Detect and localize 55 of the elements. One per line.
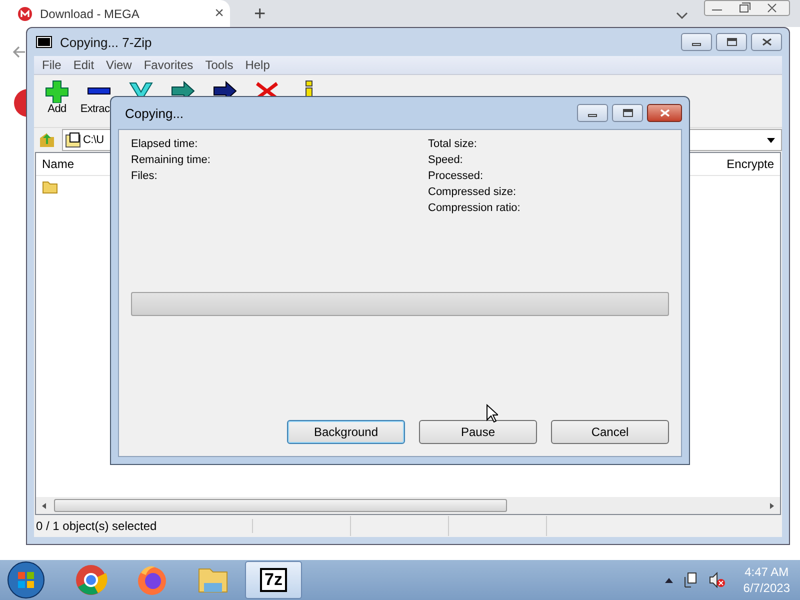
network-icon[interactable] xyxy=(683,572,700,588)
dropdown-arrow-icon[interactable] xyxy=(767,138,775,142)
show-hidden-icons-icon[interactable] xyxy=(665,578,674,582)
muted-speaker-icon[interactable] xyxy=(709,572,726,588)
tab-title: Download - MEGA xyxy=(40,6,140,20)
maximize-button[interactable] xyxy=(716,33,747,51)
horizontal-scrollbar[interactable] xyxy=(36,497,780,514)
minimize-button[interactable] xyxy=(577,104,608,122)
taskbar-button[interactable]: 7z xyxy=(245,561,302,599)
field-label: Files: xyxy=(131,170,158,182)
field-label: Compressed size: xyxy=(428,186,518,198)
field-label: Total size: xyxy=(428,138,478,150)
logo-icon xyxy=(18,6,32,20)
app-icon xyxy=(36,36,52,48)
field-label: Elapsed time: xyxy=(131,138,199,150)
menu-item[interactable]: Edit xyxy=(67,56,100,74)
start-button[interactable] xyxy=(6,560,46,600)
close-button[interactable] xyxy=(647,104,682,122)
field-label: Speed: xyxy=(428,154,464,166)
archive-icon xyxy=(65,132,81,148)
status-text: 0 / 1 object(s) selected xyxy=(34,519,253,533)
dialog-button[interactable]: Background xyxy=(287,420,405,444)
new-tab-button[interactable]: + xyxy=(254,3,266,26)
folder-icon xyxy=(42,180,58,194)
minimize-button[interactable] xyxy=(681,33,712,51)
up-folder-icon[interactable] xyxy=(38,131,56,149)
menu-item[interactable]: View xyxy=(100,56,138,74)
browser-icon xyxy=(74,563,108,597)
dialog-button[interactable]: Cancel xyxy=(551,420,669,444)
menu-item[interactable]: Tools xyxy=(199,56,240,74)
column-header[interactable]: Encrypte xyxy=(720,157,780,171)
maximize-button[interactable] xyxy=(612,104,643,122)
menu-item[interactable]: Help xyxy=(239,56,276,74)
scroll-right-icon[interactable] xyxy=(768,502,776,510)
close-tab-button[interactable]: × xyxy=(214,4,224,22)
browser-tab[interactable]: Download - MEGA × xyxy=(0,0,230,27)
window-controls[interactable] xyxy=(704,0,790,16)
cursor-icon xyxy=(486,404,498,423)
dialog-button[interactable]: Pause xyxy=(419,420,537,444)
close-button[interactable] xyxy=(751,33,782,51)
column-header[interactable]: Name xyxy=(36,157,80,171)
back-arrow-icon[interactable] xyxy=(12,45,26,59)
scroll-left-icon[interactable] xyxy=(40,502,48,510)
close-icon xyxy=(762,38,772,46)
dialog-title: Copying... xyxy=(125,106,184,120)
menu-item[interactable]: Favorites xyxy=(138,56,200,74)
toolbar-button[interactable]: Add xyxy=(36,79,78,115)
chevron-icon[interactable] xyxy=(676,12,688,20)
field-label: Remaining time: xyxy=(131,154,212,166)
menu-item[interactable]: File xyxy=(36,56,68,74)
close-icon xyxy=(660,109,670,117)
field-label: Processed: xyxy=(428,170,484,182)
plus-icon[interactable] xyxy=(44,79,70,103)
field-label: Compression ratio: xyxy=(428,202,522,214)
window-title: Copying... 7-Zip xyxy=(60,34,152,50)
